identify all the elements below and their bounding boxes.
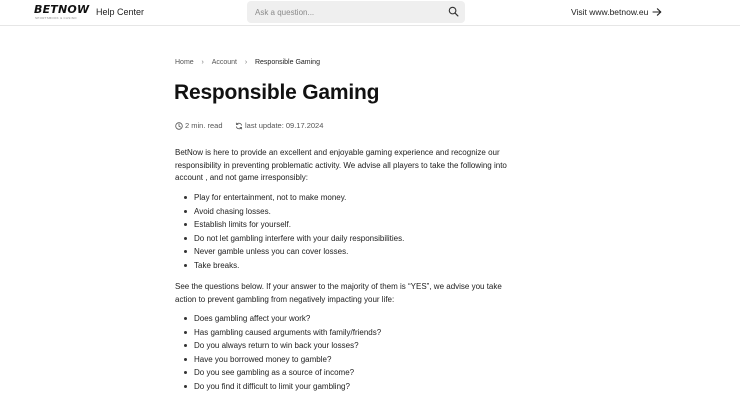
tips-list: Play for entertainment, not to make mone… <box>184 191 524 272</box>
list-item: Play for entertainment, not to make mone… <box>184 191 524 205</box>
read-time-text: 2 min. read <box>185 121 223 130</box>
top-header: BETNOW SPORTSBOOK & CASINO Help Center V… <box>0 0 740 26</box>
intro-paragraph: BetNow is here to provide an excellent a… <box>175 148 507 182</box>
betnow-logo[interactable]: BETNOW SPORTSBOOK & CASINO <box>34 4 90 22</box>
breadcrumb-current: Responsible Gaming <box>254 59 320 66</box>
page-title: Responsible Gaming <box>174 81 380 104</box>
chevron-right-icon: › <box>244 59 248 66</box>
list-item: Have you borrowed money to gamble? <box>184 353 524 367</box>
list-item: Never gamble unless you can cover losses… <box>184 245 524 259</box>
chevron-right-icon: › <box>201 59 204 66</box>
list-item: Avoid chasing losses. <box>184 205 524 219</box>
logo-subtext: SPORTSBOOK & CASINO <box>35 16 77 20</box>
search-input[interactable] <box>255 5 435 19</box>
refresh-icon <box>235 122 243 130</box>
list-item: Has gambling caused arguments with famil… <box>184 326 524 340</box>
list-item: Do you find it difficult to limit your g… <box>184 380 524 394</box>
list-item: Does gambling affect your work? <box>184 312 524 326</box>
questions-intro-paragraph: See the questions below. If your answer … <box>175 282 502 304</box>
questions-list: Does gambling affect your work? Has gamb… <box>184 312 524 393</box>
list-item: Take breaks. <box>184 259 524 273</box>
arrow-right-icon[interactable] <box>652 7 662 17</box>
help-center-link[interactable]: Help Center <box>96 6 144 18</box>
list-item: Do not let gambling interfere with your … <box>184 232 524 246</box>
breadcrumb-home[interactable]: Home <box>175 59 194 66</box>
clock-icon <box>175 122 183 130</box>
search-icon[interactable] <box>448 6 459 17</box>
last-update-text: last update: 09.17.2024 <box>245 121 324 130</box>
list-item: Establish limits for yourself. <box>184 218 524 232</box>
list-item: Do you see gambling as a source of incom… <box>184 366 524 380</box>
visit-site-link[interactable]: Visit www.betnow.eu <box>571 6 648 18</box>
logo-text: BETNOW <box>34 3 90 16</box>
breadcrumb: Home › Account › Responsible Gaming <box>175 58 320 68</box>
list-item: Do you always return to win back your lo… <box>184 339 524 353</box>
search-bar[interactable] <box>247 1 465 23</box>
breadcrumb-account[interactable]: Account <box>212 59 237 66</box>
